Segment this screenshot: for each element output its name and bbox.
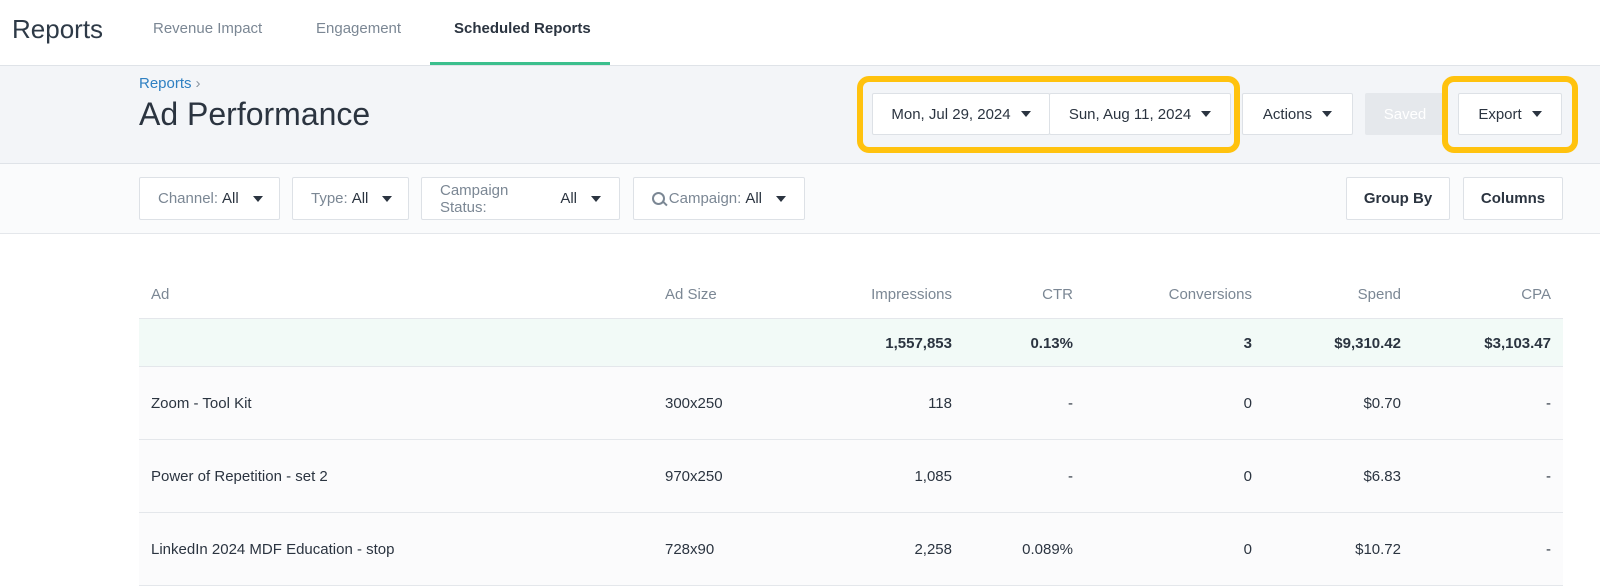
columns-button[interactable]: Columns bbox=[1463, 177, 1563, 220]
column-header-spend[interactable]: Spend bbox=[1358, 286, 1401, 303]
total-ctr: 0.13% bbox=[1030, 335, 1073, 352]
type-filter[interactable]: Type: All bbox=[292, 177, 409, 220]
total-impressions: 1,557,853 bbox=[885, 335, 952, 352]
saved-button[interactable]: Saved bbox=[1365, 93, 1445, 135]
totals-row: 1,557,853 0.13% 3 $9,310.42 $3,103.47 bbox=[139, 319, 1563, 367]
filter-value: All bbox=[745, 190, 762, 207]
app-title: Reports bbox=[12, 14, 104, 44]
caret-down-icon bbox=[776, 195, 786, 202]
cell-spend: $10.72 bbox=[1355, 541, 1401, 558]
top-navigation: Reports Revenue Impact Engagement Schedu… bbox=[0, 0, 1600, 66]
actions-dropdown[interactable]: Actions bbox=[1242, 93, 1353, 135]
column-header-ctr[interactable]: CTR bbox=[1042, 286, 1073, 303]
breadcrumb: Reports › bbox=[139, 75, 201, 92]
total-spend: $9,310.42 bbox=[1334, 335, 1401, 352]
table-row[interactable]: Zoom - Tool Kit 300x250 118 - 0 $0.70 - bbox=[139, 367, 1563, 440]
breadcrumb-separator: › bbox=[195, 75, 201, 92]
cell-ad: Zoom - Tool Kit bbox=[151, 395, 252, 412]
filter-value: All bbox=[351, 190, 369, 207]
filter-label: Type: bbox=[311, 190, 348, 207]
date-range-highlight bbox=[857, 76, 1240, 153]
column-header-cpa[interactable]: CPA bbox=[1521, 286, 1551, 303]
cell-cpa: - bbox=[1546, 468, 1551, 485]
cell-cpa: - bbox=[1546, 395, 1551, 412]
column-header-conversions[interactable]: Conversions bbox=[1169, 286, 1252, 303]
column-header-ad-size[interactable]: Ad Size bbox=[665, 286, 717, 303]
breadcrumb-link-reports[interactable]: Reports bbox=[139, 75, 192, 92]
filter-value: All bbox=[222, 190, 239, 207]
cell-cpa: - bbox=[1546, 541, 1551, 558]
tab-revenue-impact[interactable]: Revenue Impact bbox=[153, 20, 262, 66]
cell-ctr: - bbox=[1068, 468, 1073, 485]
column-header-impressions[interactable]: Impressions bbox=[871, 286, 952, 303]
page-title: Ad Performance bbox=[139, 96, 371, 132]
cell-ad-size: 728x90 bbox=[665, 541, 715, 558]
cell-conversions: 0 bbox=[1243, 468, 1252, 485]
caret-down-icon bbox=[382, 195, 393, 202]
table-row[interactable]: Power of Repetition - set 2 970x250 1,08… bbox=[139, 440, 1563, 513]
channel-filter[interactable]: Channel: All bbox=[139, 177, 280, 220]
caret-down-icon bbox=[591, 195, 601, 202]
cell-spend: $0.70 bbox=[1363, 395, 1401, 412]
cell-conversions: 0 bbox=[1243, 395, 1252, 412]
cell-ad-size: 300x250 bbox=[665, 395, 723, 412]
campaign-search-filter[interactable]: Campaign: All bbox=[633, 177, 805, 220]
actions-label: Actions bbox=[1262, 105, 1313, 123]
search-icon bbox=[652, 191, 665, 206]
filter-label: Campaign: bbox=[668, 190, 742, 207]
export-highlight bbox=[1442, 76, 1578, 153]
filter-bar: Channel: All Type: All Campaign Status: … bbox=[0, 164, 1600, 234]
active-tab-indicator bbox=[430, 62, 610, 65]
cell-impressions: 2,258 bbox=[914, 541, 952, 558]
total-cpa: $3,103.47 bbox=[1484, 335, 1551, 352]
cell-ctr: 0.089% bbox=[1022, 541, 1073, 558]
filter-label: Campaign Status: bbox=[440, 181, 509, 216]
campaign-status-filter[interactable]: Campaign Status: All bbox=[421, 177, 620, 220]
table-header: Ad Ad Size Impressions CTR Conversions S… bbox=[139, 272, 1563, 319]
caret-down-icon bbox=[252, 195, 263, 202]
page-header: Reports › Ad Performance Mon, Jul 29, 202… bbox=[0, 66, 1600, 164]
caret-down-icon bbox=[1322, 111, 1333, 117]
cell-ad-size: 970x250 bbox=[665, 468, 723, 485]
filter-label: Channel: bbox=[158, 190, 219, 207]
filter-value: All bbox=[560, 190, 577, 207]
table-row[interactable]: LinkedIn 2024 MDF Education - stop 728x9… bbox=[139, 513, 1563, 586]
total-conversions: 3 bbox=[1243, 335, 1252, 352]
cell-ctr: - bbox=[1068, 395, 1073, 412]
column-header-ad[interactable]: Ad bbox=[151, 286, 169, 303]
cell-spend: $6.83 bbox=[1363, 468, 1401, 485]
tab-engagement[interactable]: Engagement bbox=[316, 20, 401, 66]
ad-performance-table: Ad Ad Size Impressions CTR Conversions S… bbox=[139, 272, 1563, 586]
cell-conversions: 0 bbox=[1243, 541, 1252, 558]
cell-impressions: 1,085 bbox=[914, 468, 952, 485]
group-by-button[interactable]: Group By bbox=[1346, 177, 1450, 220]
cell-impressions: 118 bbox=[928, 395, 952, 412]
cell-ad: Power of Repetition - set 2 bbox=[151, 468, 328, 485]
cell-ad: LinkedIn 2024 MDF Education - stop bbox=[151, 541, 395, 558]
tab-scheduled-reports[interactable]: Scheduled Reports bbox=[454, 20, 591, 66]
